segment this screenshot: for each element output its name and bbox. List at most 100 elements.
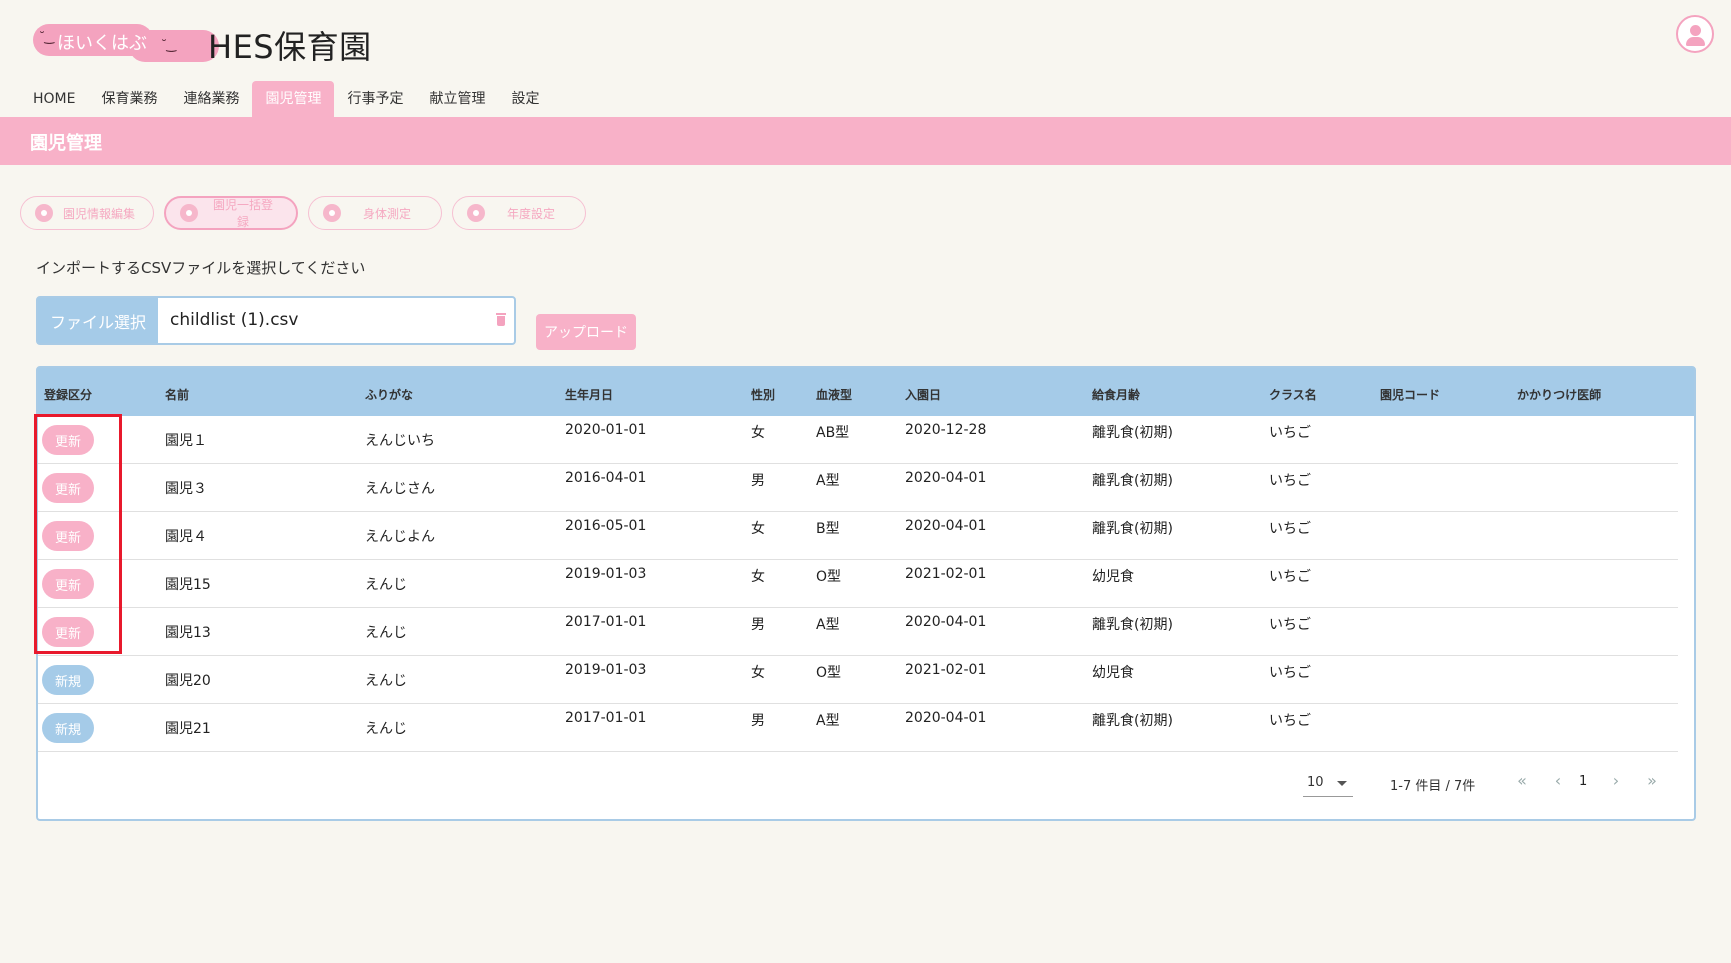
sex-cell: 男	[751, 617, 765, 633]
table-header: 登録区分 名前 ふりがな 生年月日 性別 血液型 入園日 給食月齢 クラス名 園…	[38, 368, 1694, 416]
scale-icon	[323, 204, 341, 222]
entry-date-cell: 2020-04-01	[905, 518, 987, 534]
blood-type-cell: O型	[816, 665, 842, 681]
kana-cell: えんじよん	[365, 529, 435, 545]
kana-cell: えんじさん	[365, 481, 435, 497]
nav-item-home[interactable]: HOME	[20, 81, 88, 117]
birthdate-cell: 2017-01-01	[565, 614, 647, 630]
fiscal-year-settings-button[interactable]: 年度設定	[452, 196, 586, 230]
birthdate-cell: 2016-05-01	[565, 518, 647, 534]
main-nav: HOME 保育業務 連絡業務 園児管理 行事予定 献立管理 設定	[20, 81, 552, 117]
sex-cell: 女	[751, 425, 765, 441]
entry-date-cell: 2020-04-01	[905, 710, 987, 726]
rows-per-page-select[interactable]: 10	[1303, 771, 1353, 797]
status-badge-update[interactable]: 更新	[42, 473, 94, 503]
child-name-cell: 園児４	[165, 529, 207, 545]
hoikuhub-logo[interactable]: ˘ ͜ ほいくはぶ ˘ ͜	[33, 24, 219, 62]
meal-stage-cell: 離乳食(初期)	[1092, 473, 1173, 489]
table-row: 更新 園児３ えんじさん 2016-04-01 男 A型 2020-04-01 離乳食(初期)…	[38, 464, 1678, 512]
status-badge-new[interactable]: 新規	[42, 713, 94, 743]
group-icon	[180, 204, 198, 222]
bulk-register-button[interactable]: 園児一括登録	[164, 196, 298, 230]
status-badge-update[interactable]: 更新	[42, 617, 94, 647]
user-account-icon[interactable]	[1676, 15, 1714, 53]
body-measurement-button[interactable]: 身体測定	[308, 196, 442, 230]
birthdate-cell: 2019-01-03	[565, 566, 647, 582]
first-page-icon[interactable]: «	[1512, 771, 1532, 790]
page-range-text: 1-7 件目 / 7件	[1390, 779, 1476, 794]
blood-type-cell: A型	[816, 617, 840, 633]
table-row: 更新 園児13 えんじ 2017-01-01 男 A型 2020-04-01 離乳食(初期) い…	[38, 608, 1678, 656]
meal-stage-cell: 離乳食(初期)	[1092, 521, 1173, 537]
kana-cell: えんじ	[365, 721, 407, 737]
kana-cell: えんじ	[365, 673, 407, 689]
import-preview-table: 登録区分 名前 ふりがな 生年月日 性別 血液型 入園日 給食月齢 クラス名 園…	[36, 366, 1696, 821]
class-name-cell: いちご	[1269, 617, 1311, 633]
app-header: ˘ ͜ ほいくはぶ ˘ ͜ HES保育園	[0, 0, 1731, 80]
status-badge-update[interactable]: 更新	[42, 425, 94, 455]
birthdate-cell: 2017-01-01	[565, 710, 647, 726]
status-badge-update[interactable]: 更新	[42, 569, 94, 599]
class-name-cell: いちご	[1269, 569, 1311, 585]
caret-down-icon	[1337, 781, 1347, 786]
column-header[interactable]: 名前	[165, 386, 189, 403]
nav-item-childcare[interactable]: 保育業務	[88, 81, 170, 117]
column-header[interactable]: 性別	[751, 386, 775, 403]
table-row: 新規 園児21 えんじ 2017-01-01 男 A型 2020-04-01 離乳食(初期) い…	[38, 704, 1678, 752]
blood-type-cell: B型	[816, 521, 840, 537]
file-select-button[interactable]: ファイル選択	[38, 298, 158, 343]
meal-stage-cell: 離乳食(初期)	[1092, 617, 1173, 633]
birthdate-cell: 2020-01-01	[565, 422, 647, 438]
column-header[interactable]: 給食月齢	[1092, 386, 1140, 403]
column-header[interactable]: 入園日	[905, 386, 941, 403]
blood-type-cell: AB型	[816, 425, 850, 441]
child-name-cell: 園児13	[165, 625, 211, 641]
trash-icon[interactable]	[490, 298, 514, 343]
upload-button[interactable]: アップロード	[536, 314, 636, 350]
birthdate-cell: 2019-01-03	[565, 662, 647, 678]
class-name-cell: いちご	[1269, 713, 1311, 729]
sex-cell: 男	[751, 473, 765, 489]
column-header[interactable]: 生年月日	[565, 386, 613, 403]
sex-cell: 女	[751, 521, 765, 537]
next-page-icon[interactable]: ›	[1606, 771, 1626, 790]
sex-cell: 男	[751, 713, 765, 729]
sex-cell: 女	[751, 665, 765, 681]
column-header[interactable]: 園児コード	[1380, 386, 1440, 403]
table-row: 更新 園児１ えんじいち 2020-01-01 女 AB型 2020-12-28 離乳食(初期…	[38, 416, 1678, 464]
birthdate-cell: 2016-04-01	[565, 470, 647, 486]
current-page-number[interactable]: 1	[1579, 774, 1587, 789]
table-row: 新規 園児20 えんじ 2019-01-03 女 O型 2021-02-01 幼児食 いちご	[38, 656, 1678, 704]
status-badge-new[interactable]: 新規	[42, 665, 94, 695]
prev-page-icon[interactable]: ‹	[1548, 771, 1568, 790]
meal-stage-cell: 離乳食(初期)	[1092, 713, 1173, 729]
column-header[interactable]: 血液型	[816, 386, 852, 403]
kana-cell: えんじいち	[365, 433, 435, 449]
nav-item-menu[interactable]: 献立管理	[416, 81, 498, 117]
status-badge-update[interactable]: 更新	[42, 521, 94, 551]
action-bar: 園児情報編集 園児一括登録 身体測定 年度設定	[20, 196, 586, 230]
child-name-cell: 園児20	[165, 673, 211, 689]
edit-child-info-button[interactable]: 園児情報編集	[20, 196, 154, 230]
meal-stage-cell: 幼児食	[1092, 665, 1134, 681]
entry-date-cell: 2020-04-01	[905, 614, 987, 630]
class-name-cell: いちご	[1269, 473, 1311, 489]
nav-item-child-management[interactable]: 園児管理	[252, 81, 335, 117]
nav-item-events[interactable]: 行事予定	[334, 81, 416, 117]
class-name-cell: いちご	[1269, 425, 1311, 441]
last-page-icon[interactable]: »	[1642, 771, 1662, 790]
child-icon	[35, 204, 53, 222]
column-header[interactable]: クラス名	[1269, 386, 1317, 403]
column-header[interactable]: 登録区分	[44, 386, 92, 403]
nav-item-settings[interactable]: 設定	[498, 81, 552, 117]
child-name-cell: 園児21	[165, 721, 211, 737]
nav-item-contact[interactable]: 連絡業務	[170, 81, 252, 117]
column-header[interactable]: かかりつけ医師	[1517, 386, 1601, 403]
child-name-cell: 園児15	[165, 577, 211, 593]
column-header[interactable]: ふりがな	[365, 386, 413, 403]
entry-date-cell: 2020-04-01	[905, 470, 987, 486]
file-input: ファイル選択 childlist (1).csv	[36, 296, 516, 345]
table-row: 更新 園児４ えんじよん 2016-05-01 女 B型 2020-04-01 離乳食(初期)…	[38, 512, 1678, 560]
class-name-cell: いちご	[1269, 521, 1311, 537]
kana-cell: えんじ	[365, 577, 407, 593]
